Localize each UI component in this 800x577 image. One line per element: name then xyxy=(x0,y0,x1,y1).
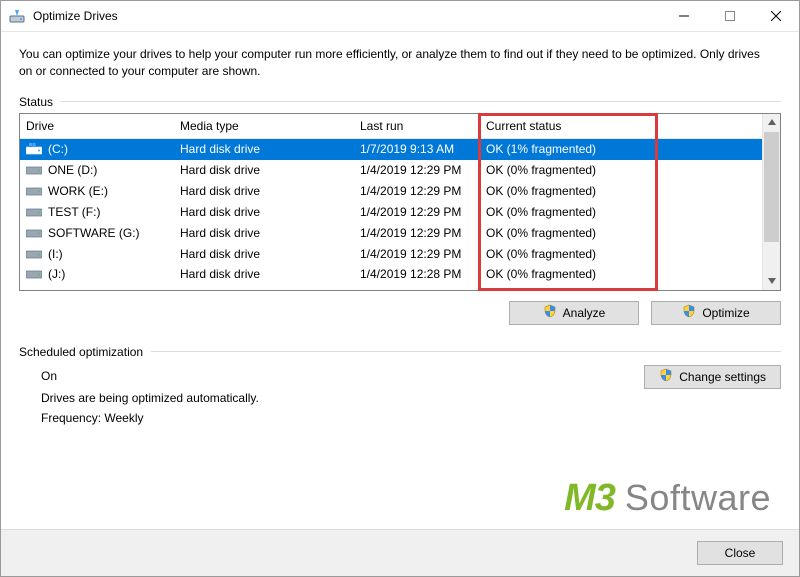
drive-status: OK (0% fragmented) xyxy=(480,184,640,198)
drive-icon xyxy=(26,268,42,280)
list-header: Drive Media type Last run Current status xyxy=(20,114,762,139)
drive-name: TEST (F:) xyxy=(48,205,100,219)
drive-last: 1/4/2019 12:29 PM xyxy=(354,184,480,198)
table-row[interactable]: ONE (D:) Hard disk drive 1/4/2019 12:29 … xyxy=(20,160,762,181)
table-row[interactable]: TEST (F:) Hard disk drive 1/4/2019 12:29… xyxy=(20,202,762,223)
drive-media: Hard disk drive xyxy=(174,163,354,177)
change-settings-label: Change settings xyxy=(679,370,766,384)
scrollbar-vertical[interactable] xyxy=(762,114,780,290)
table-row[interactable]: (I:) Hard disk drive 1/4/2019 12:29 PM O… xyxy=(20,244,762,265)
close-dialog-button[interactable]: Close xyxy=(697,541,783,565)
drive-last: 1/4/2019 12:29 PM xyxy=(354,205,480,219)
optimize-label: Optimize xyxy=(702,306,749,320)
close-button[interactable] xyxy=(753,1,799,31)
drive-media: Hard disk drive xyxy=(174,247,354,261)
change-settings-button[interactable]: Change settings xyxy=(644,365,781,389)
status-label-text: Status xyxy=(19,95,53,109)
schedule-section-label: Scheduled optimization xyxy=(19,345,781,359)
drive-status: OK (0% fragmented) xyxy=(480,163,640,177)
watermark-m3: M3 xyxy=(564,477,615,520)
drive-last: 1/7/2019 9:13 AM xyxy=(354,142,480,156)
drive-status: OK (0% fragmented) xyxy=(480,205,640,219)
drive-last: 1/4/2019 12:29 PM xyxy=(354,163,480,177)
intro-text: You can optimize your drives to help you… xyxy=(19,46,769,81)
column-header-drive[interactable]: Drive xyxy=(20,119,174,133)
drive-name: WORK (E:) xyxy=(48,184,108,198)
drive-media: Hard disk drive xyxy=(174,142,354,156)
drive-icon xyxy=(26,227,42,239)
window-title: Optimize Drives xyxy=(33,9,118,23)
drive-last: 1/4/2019 12:28 PM xyxy=(354,267,480,281)
drive-list: Drive Media type Last run Current status… xyxy=(19,113,781,291)
drive-icon xyxy=(26,164,42,176)
titlebar: Optimize Drives xyxy=(1,1,799,32)
table-row[interactable]: (C:) Hard disk drive 1/7/2019 9:13 AM OK… xyxy=(20,139,762,160)
app-icon xyxy=(9,8,25,24)
scheduled-optimization-section: Scheduled optimization On Drives are bei… xyxy=(19,345,781,425)
column-header-last[interactable]: Last run xyxy=(354,119,480,133)
drive-icon xyxy=(26,206,42,218)
scrollbar-thumb[interactable] xyxy=(764,132,779,242)
maximize-button[interactable] xyxy=(707,1,753,31)
drive-last: 1/4/2019 12:29 PM xyxy=(354,226,480,240)
drive-status: OK (0% fragmented) xyxy=(480,267,640,281)
schedule-desc-2: Frequency: Weekly xyxy=(41,411,781,425)
drive-name: ONE (D:) xyxy=(48,163,97,177)
column-header-media[interactable]: Media type xyxy=(174,119,354,133)
drive-icon xyxy=(26,143,42,155)
shield-icon xyxy=(543,304,557,321)
schedule-label-text: Scheduled optimization xyxy=(19,345,143,359)
drive-last: 1/4/2019 12:29 PM xyxy=(354,247,480,261)
action-button-row: Analyze Optimize xyxy=(19,301,781,325)
watermark: M3 Software xyxy=(564,477,771,520)
drive-name: (J:) xyxy=(48,267,65,281)
close-label: Close xyxy=(725,546,756,560)
schedule-desc-1: Drives are being optimized automatically… xyxy=(41,391,781,405)
table-row[interactable]: SOFTWARE (G:) Hard disk drive 1/4/2019 1… xyxy=(20,223,762,244)
divider xyxy=(151,351,781,352)
table-row[interactable]: WORK (E:) Hard disk drive 1/4/2019 12:29… xyxy=(20,181,762,202)
shield-icon xyxy=(659,368,673,385)
drive-media: Hard disk drive xyxy=(174,267,354,281)
drive-media: Hard disk drive xyxy=(174,226,354,240)
scroll-down-button[interactable] xyxy=(763,273,780,290)
divider xyxy=(61,101,781,102)
drive-name: (I:) xyxy=(48,247,63,261)
drive-name: (C:) xyxy=(48,142,68,156)
status-section-label: Status xyxy=(19,95,781,109)
optimize-drives-window: Optimize Drives You can optimize your dr… xyxy=(0,0,800,577)
drive-media: Hard disk drive xyxy=(174,184,354,198)
optimize-button[interactable]: Optimize xyxy=(651,301,781,325)
table-row[interactable]: (J:) Hard disk drive 1/4/2019 12:28 PM O… xyxy=(20,265,762,283)
drive-icon xyxy=(26,185,42,197)
content-area: You can optimize your drives to help you… xyxy=(1,32,799,441)
drive-media: Hard disk drive xyxy=(174,205,354,219)
drive-name: SOFTWARE (G:) xyxy=(48,226,140,240)
minimize-button[interactable] xyxy=(661,1,707,31)
footer-bar: Close xyxy=(1,529,799,576)
column-header-status[interactable]: Current status xyxy=(480,119,640,133)
analyze-label: Analyze xyxy=(563,306,606,320)
shield-icon xyxy=(682,304,696,321)
drive-status: OK (0% fragmented) xyxy=(480,226,640,240)
watermark-software: Software xyxy=(625,477,771,519)
analyze-button[interactable]: Analyze xyxy=(509,301,639,325)
drive-status: OK (1% fragmented) xyxy=(480,142,640,156)
drive-icon xyxy=(26,248,42,260)
drive-status: OK (0% fragmented) xyxy=(480,247,640,261)
scroll-up-button[interactable] xyxy=(763,114,780,131)
